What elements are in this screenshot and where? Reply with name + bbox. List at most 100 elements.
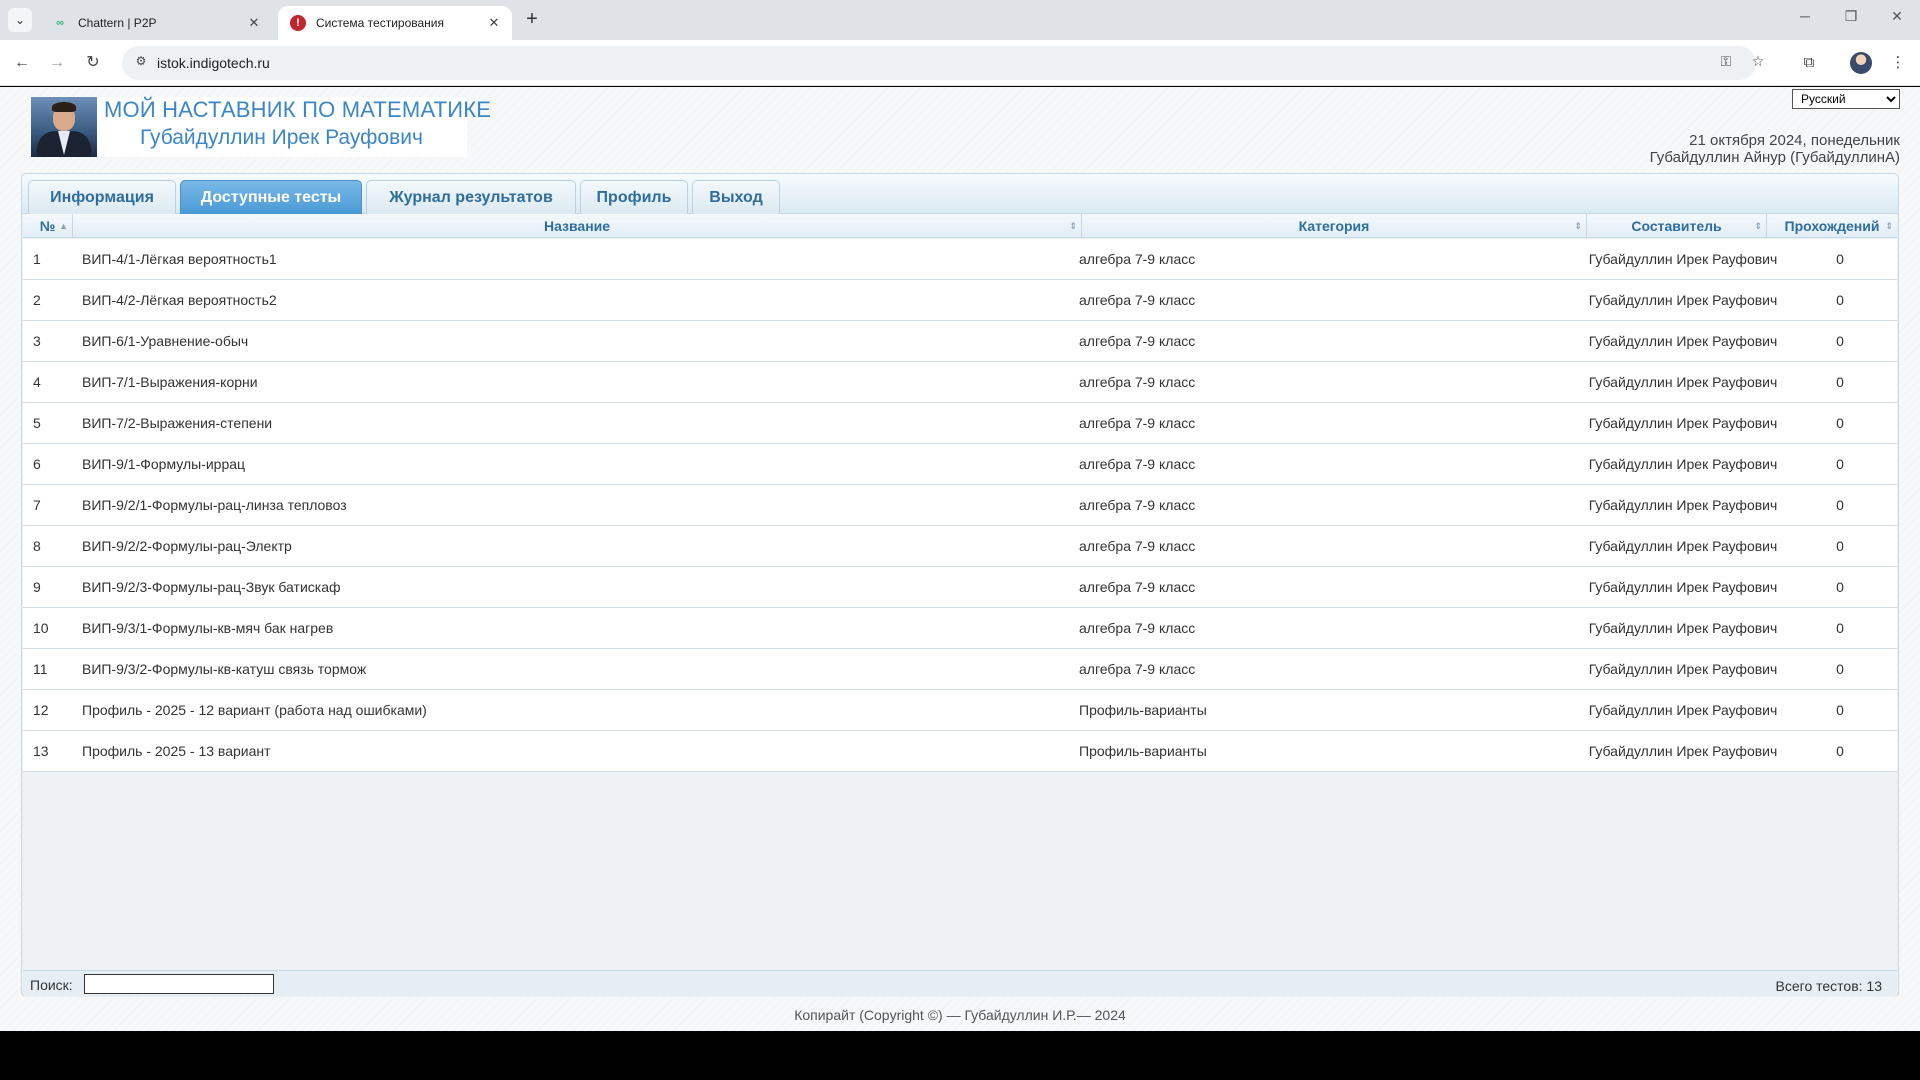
site-settings-icon[interactable]: ⚙ <box>132 54 150 72</box>
browser-toolbar: ← → ↻ ⚙ istok.indigotech.ru ⚿ ☆ ⧉ ⋮ <box>0 40 1920 86</box>
test-name: Профиль - 2025 - 13 вариант <box>82 743 271 759</box>
column-header-author[interactable]: Составитель ⇕ <box>1587 214 1767 238</box>
tests-table-body: 1 ВИП-4/1-Лёгкая вероятность1 алгебра 7-9 … <box>23 239 1897 772</box>
new-tab-plus-icon[interactable]: + <box>520 8 544 32</box>
attempts-count: 0 <box>1836 538 1844 554</box>
column-header-category[interactable]: Категория ⇕ <box>1082 214 1587 238</box>
row-number: 10 <box>33 620 49 636</box>
tab-profile[interactable]: Профиль <box>580 180 688 214</box>
test-name: ВИП-7/2-Выражения-степени <box>82 415 273 431</box>
column-header-attempts[interactable]: Прохождений ⇕ <box>1767 214 1897 238</box>
test-name: ВИП-9/3/2-Формулы-кв-катуш связь тормож <box>82 661 367 677</box>
column-header-number[interactable]: № ▲ <box>23 214 73 238</box>
restore-icon[interactable]: ❐ <box>1831 8 1871 32</box>
extensions-puzzle-icon[interactable]: ⧉ <box>1797 51 1821 75</box>
search-input[interactable] <box>84 974 274 994</box>
attempts-count: 0 <box>1836 333 1844 349</box>
table-header: № ▲ Название ⇕ Категория ⇕ Составитель ⇕… <box>23 214 1897 238</box>
sort-icon: ⇕ <box>1754 221 1762 231</box>
browser-tab-title: Chattern | P2P <box>78 16 157 30</box>
close-window-icon[interactable]: ✕ <box>1877 8 1917 32</box>
test-category: алгебра 7-9 класс <box>1079 497 1196 513</box>
test-category: алгебра 7-9 класс <box>1079 251 1196 267</box>
table-row[interactable]: 4 ВИП-7/1-Выражения-корни алгебра 7-9 клас… <box>23 362 1897 403</box>
forward-arrow-icon[interactable]: → <box>45 51 69 75</box>
minimize-icon[interactable]: ─ <box>1785 8 1825 32</box>
test-author: Губайдуллин Ирек Рауфович <box>1588 702 1778 718</box>
page-content: Русский МОЙ НАСТАВНИК ПО МАТЕМАТИКЕ Губа… <box>0 87 1920 1031</box>
current-user: Губайдуллин Айнур (ГубайдуллинА) <box>1649 149 1900 166</box>
test-author: Губайдуллин Ирек Рауфович <box>1588 661 1778 677</box>
table-row[interactable]: 10 ВИП-9/3/1-Формулы-кв-мяч бак нагрев алг… <box>23 608 1897 649</box>
table-row[interactable]: 5 ВИП-7/2-Выражения-степени алгебра 7-9 кл… <box>23 403 1897 444</box>
row-number: 13 <box>33 743 49 759</box>
close-tab-icon[interactable]: ✕ <box>486 15 502 31</box>
attempts-count: 0 <box>1836 497 1844 513</box>
tab-results-log[interactable]: Журнал результатов <box>366 180 576 214</box>
column-header-name[interactable]: Название ⇕ <box>73 214 1082 238</box>
row-number: 4 <box>33 374 41 390</box>
table-row[interactable]: 13 Профиль - 2025 - 13 вариант Профиль-вар… <box>23 731 1897 772</box>
test-category: Профиль-варианты <box>1079 702 1207 718</box>
attempts-count: 0 <box>1836 456 1844 472</box>
table-row[interactable]: 6 ВИП-9/1-Формулы-иррац алгебра 7-9 класс Г… <box>23 444 1897 485</box>
attempts-count: 0 <box>1836 374 1844 390</box>
attempts-count: 0 <box>1836 620 1844 636</box>
table-row[interactable]: 12 Профиль - 2025 - 12 вариант (работа на… <box>23 690 1897 731</box>
tab-information[interactable]: Информация <box>28 180 176 214</box>
attempts-count: 0 <box>1836 292 1844 308</box>
bookmark-star-icon[interactable]: ☆ <box>1748 53 1768 73</box>
total-tests-count: Всего тестов: 13 <box>1775 978 1882 994</box>
test-category: алгебра 7-9 класс <box>1079 333 1196 349</box>
chattern-favicon-icon: ∞ <box>56 17 64 29</box>
row-number: 12 <box>33 702 49 718</box>
profile-avatar[interactable] <box>1850 52 1872 74</box>
table-row[interactable]: 3 ВИП-6/1-Уравнение-обыч алгебра 7-9 класс… <box>23 321 1897 362</box>
row-number: 1 <box>33 251 41 267</box>
test-author: Губайдуллин Ирек Рауфович <box>1588 497 1778 513</box>
table-row[interactable]: 7 ВИП-9/2/1-Формулы-рац-линза тепловоз алг… <box>23 485 1897 526</box>
table-row[interactable]: 1 ВИП-4/1-Лёгкая вероятность1 алгебра 7-9 … <box>23 239 1897 280</box>
site-favicon-icon: ! <box>290 15 306 31</box>
table-row[interactable]: 11 ВИП-9/3/2-Формулы-кв-катуш связь тормо… <box>23 649 1897 690</box>
row-number: 5 <box>33 415 41 431</box>
table-row[interactable]: 2 ВИП-4/2-Лёгкая вероятность2 алгебра 7-9 … <box>23 280 1897 321</box>
language-select[interactable]: Русский <box>1792 89 1900 109</box>
mentor-photo <box>31 97 97 157</box>
test-author: Губайдуллин Ирек Рауфович <box>1588 743 1778 759</box>
test-name: ВИП-9/2/2-Формулы-рац-Электр <box>82 538 292 554</box>
url-text[interactable]: istok.indigotech.ru <box>157 55 270 71</box>
browser-tab-chattern[interactable]: ∞ Chattern | P2P ✕ <box>40 6 272 40</box>
password-key-icon[interactable]: ⚿ <box>1716 53 1736 73</box>
site-subtitle: Губайдуллин Ирек Рауфович <box>140 126 423 149</box>
menu-kebab-icon[interactable]: ⋮ <box>1886 51 1910 75</box>
test-author: Губайдуллин Ирек Рауфович <box>1588 620 1778 636</box>
tab-logout[interactable]: Выход <box>692 180 780 214</box>
close-tab-icon[interactable]: ✕ <box>246 15 262 31</box>
address-bar[interactable]: ⚙ istok.indigotech.ru ⚿ ☆ <box>122 46 1764 80</box>
attempts-count: 0 <box>1836 251 1844 267</box>
row-number: 7 <box>33 497 41 513</box>
tab-available-tests[interactable]: Доступные тесты <box>180 180 362 214</box>
row-number: 2 <box>33 292 41 308</box>
site-brand: МОЙ НАСТАВНИК ПО МАТЕМАТИКЕ Губайдуллин … <box>31 97 491 157</box>
test-author: Губайдуллин Ирек Рауфович <box>1588 579 1778 595</box>
tab-search-chevron-icon[interactable]: ⌄ <box>8 8 32 32</box>
test-author: Губайдуллин Ирек Рауфович <box>1588 292 1778 308</box>
test-name: ВИП-9/2/1-Формулы-рац-линза тепловоз <box>82 497 347 513</box>
test-category: Профиль-варианты <box>1079 743 1207 759</box>
browser-tab-strip: ⌄ ∞ Chattern | P2P ✕ ! Система тестирова… <box>0 0 1920 40</box>
sort-icon: ⇕ <box>1069 221 1077 231</box>
reload-icon[interactable]: ↻ <box>81 51 105 75</box>
sort-icon: ⇕ <box>1885 221 1893 231</box>
nav-tabs: Информация Доступные тесты Журнал резуль… <box>22 174 1898 214</box>
back-arrow-icon[interactable]: ← <box>10 51 34 75</box>
test-category: алгебра 7-9 класс <box>1079 538 1196 554</box>
table-row[interactable]: 9 ВИП-9/2/3-Формулы-рац-Звук батискаф алге… <box>23 567 1897 608</box>
test-name: Профиль - 2025 - 12 вариант (работа над … <box>82 702 427 718</box>
attempts-count: 0 <box>1836 415 1844 431</box>
site-title: МОЙ НАСТАВНИК ПО МАТЕМАТИКЕ <box>104 97 492 122</box>
copyright-text: Копирайт (Copyright ©) — Губайдуллин И.Р… <box>794 1007 1126 1023</box>
browser-tab-testing-system[interactable]: ! Система тестирования ✕ <box>278 6 512 40</box>
table-row[interactable]: 8 ВИП-9/2/2-Формулы-рац-Электр алгебра 7-9… <box>23 526 1897 567</box>
